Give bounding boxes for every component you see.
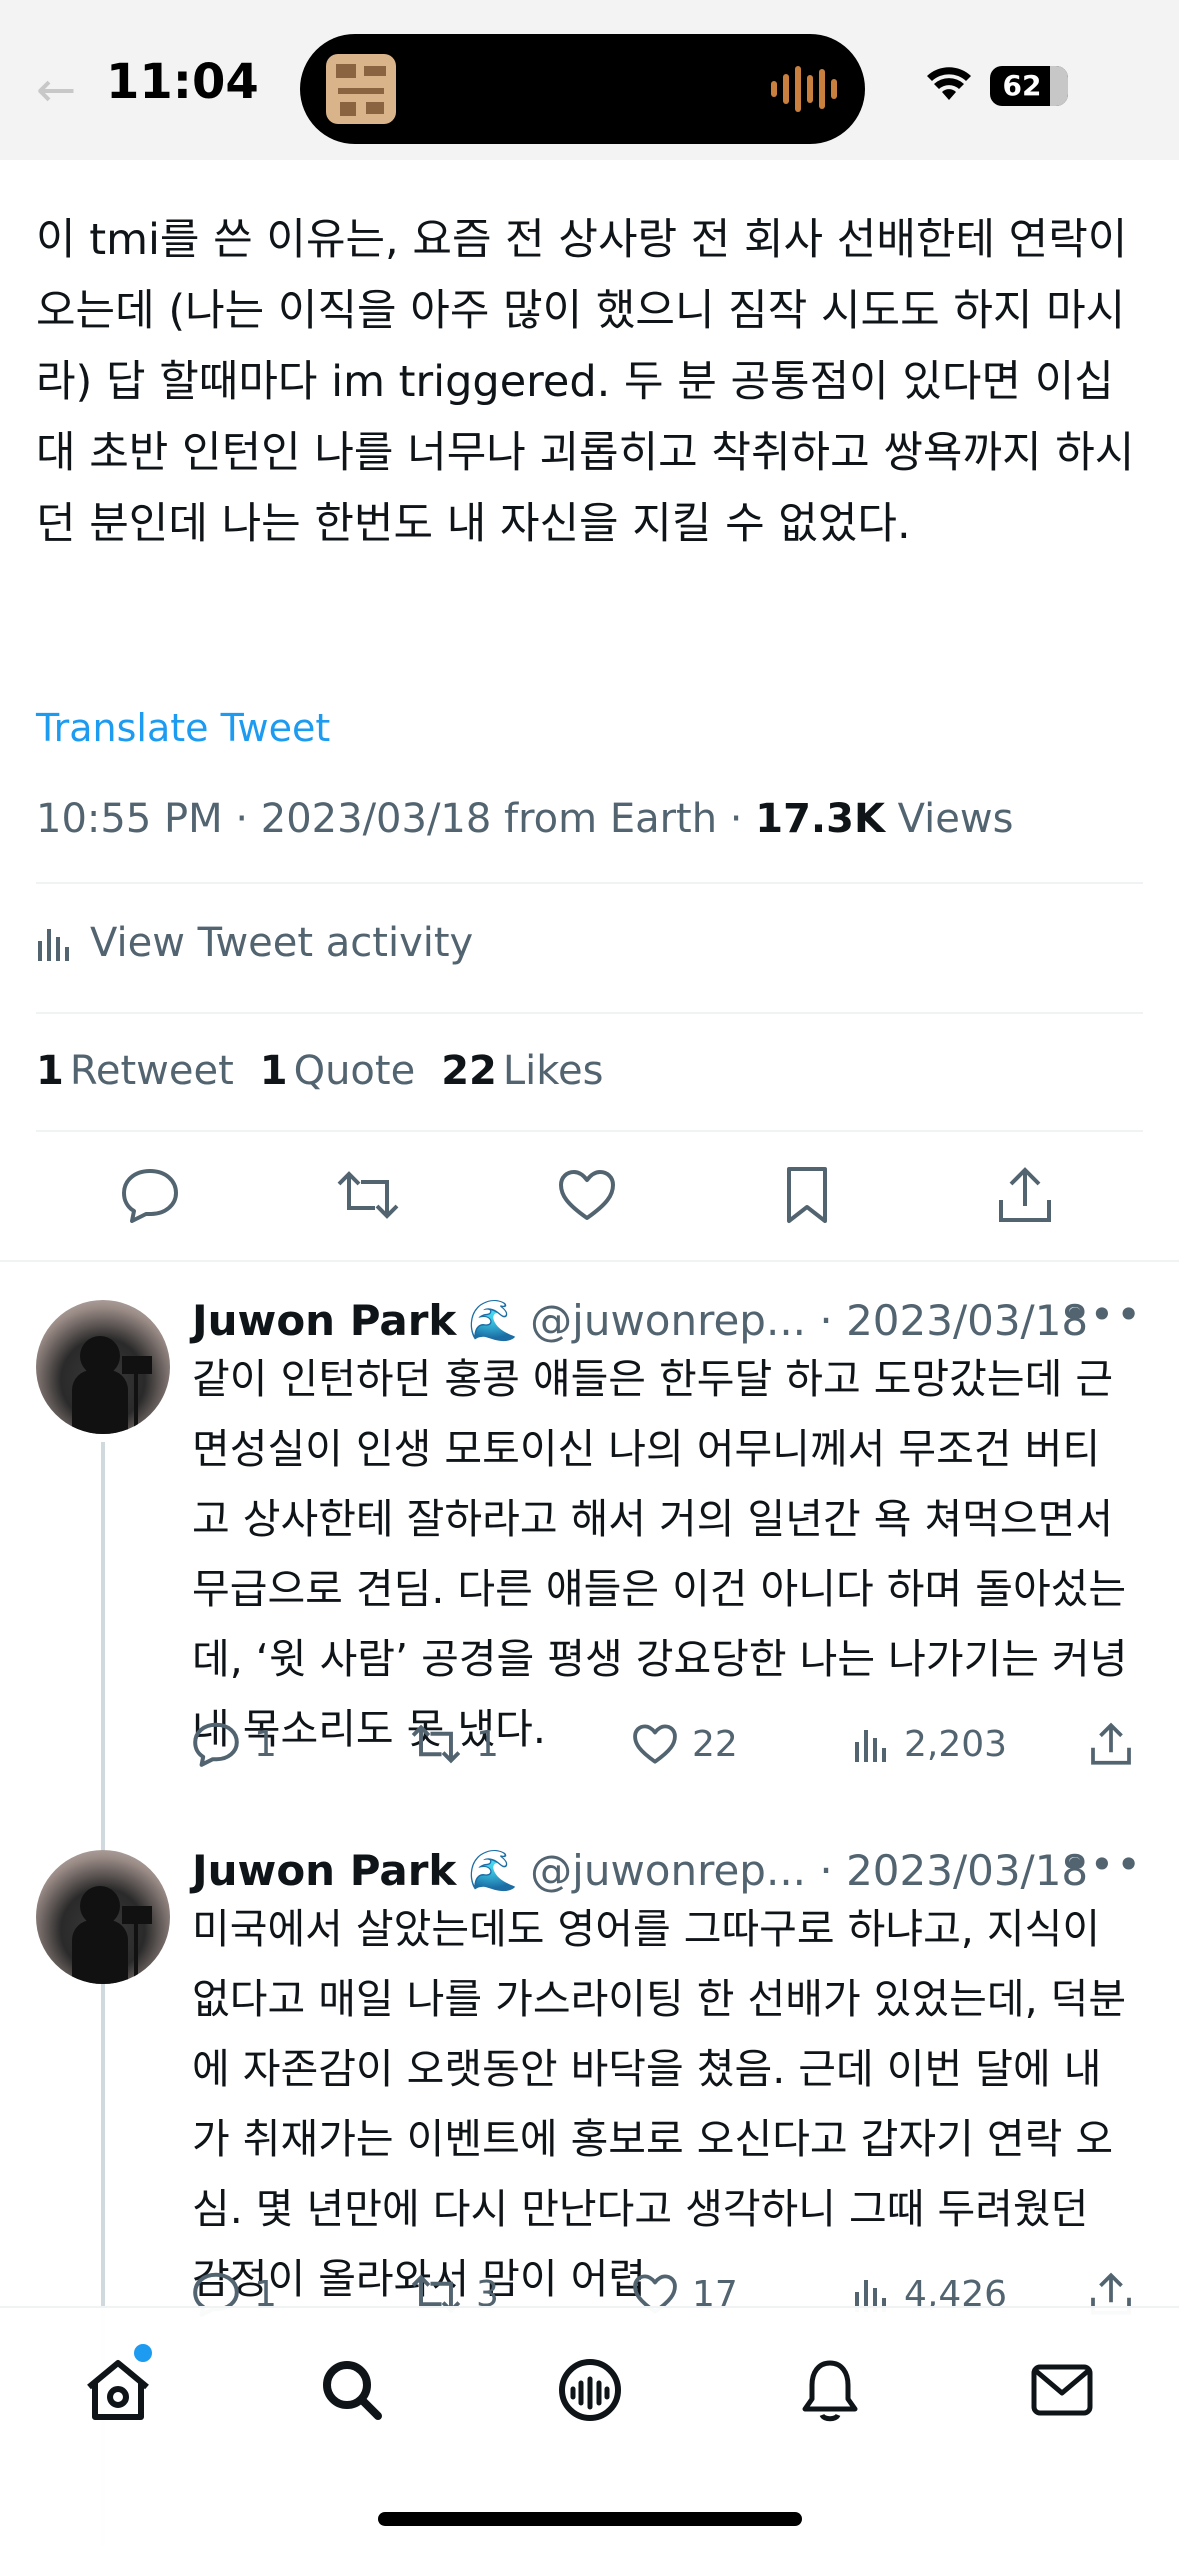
more-options-icon[interactable]: ••• bbox=[1063, 1290, 1143, 1339]
back-arrow-icon[interactable]: ← bbox=[36, 66, 86, 114]
share-button[interactable] bbox=[1090, 1714, 1132, 1774]
dynamic-island[interactable] bbox=[300, 34, 865, 144]
divider bbox=[0, 1260, 1179, 1262]
battery-level: 62 bbox=[1002, 69, 1042, 102]
reply-button[interactable]: 1 bbox=[192, 1714, 277, 1774]
reply-header: Juwon Park 🌊 @juwonrep... · 2023/03/18 bbox=[192, 1290, 1088, 1350]
author-name[interactable]: Juwon Park bbox=[192, 1846, 456, 1895]
like-button[interactable]: 22 bbox=[632, 1714, 738, 1774]
divider bbox=[36, 1012, 1143, 1014]
views-count: 2,203 bbox=[904, 1723, 1008, 1765]
battery-indicator: 62 bbox=[990, 66, 1068, 106]
home-indicator[interactable] bbox=[378, 2512, 802, 2526]
home-icon[interactable] bbox=[78, 2350, 158, 2430]
tweet-meta: 10:55 PM · 2023/03/18 from Earth · 17.3K… bbox=[36, 796, 1013, 842]
wave-emoji: 🌊 bbox=[468, 1297, 519, 1344]
like-icon[interactable] bbox=[552, 1160, 622, 1230]
avatar[interactable] bbox=[36, 1300, 170, 1434]
wifi-icon bbox=[927, 67, 971, 100]
translate-tweet-link[interactable]: Translate Tweet bbox=[36, 706, 330, 750]
share-icon bbox=[1091, 1722, 1131, 1765]
avatar[interactable] bbox=[36, 1850, 170, 1984]
reply-text: 같이 인턴하던 홍콩 얘들은 한두달 하고 도망갔는데 근면성실이 인생 모토이… bbox=[192, 1355, 1128, 1753]
retweet-icon bbox=[411, 1724, 461, 1764]
more-options-icon[interactable]: ••• bbox=[1063, 1840, 1143, 1889]
now-playing-artwork bbox=[326, 54, 396, 124]
retweet-button[interactable]: 1 bbox=[410, 1714, 499, 1774]
author-handle: @juwonrep... · 2023/03/18 bbox=[530, 1295, 1089, 1345]
like-icon bbox=[633, 1724, 677, 1764]
divider bbox=[36, 1130, 1143, 1132]
views-label: Views bbox=[897, 796, 1014, 842]
views-button[interactable]: 2,203 bbox=[852, 1714, 1007, 1774]
author-name[interactable]: Juwon Park bbox=[192, 1296, 456, 1345]
share-icon[interactable] bbox=[990, 1160, 1060, 1230]
reply-icon bbox=[193, 1722, 239, 1767]
author-handle: @juwonrep... · 2023/03/18 bbox=[530, 1845, 1089, 1895]
analytics-icon bbox=[38, 929, 69, 961]
notifications-icon[interactable] bbox=[790, 2350, 870, 2430]
status-time: 11:04 bbox=[106, 54, 259, 110]
retweet-icon[interactable] bbox=[333, 1160, 403, 1230]
likes-stat[interactable]: 22 Likes bbox=[441, 1048, 603, 1094]
bookmark-icon[interactable] bbox=[772, 1160, 842, 1230]
reply-icon[interactable] bbox=[115, 1160, 185, 1230]
audio-waveform-icon bbox=[771, 64, 837, 114]
retweets-stat[interactable]: 1 Retweet bbox=[36, 1048, 234, 1094]
tweet-timestamp: 10:55 PM · 2023/03/18 from Earth · bbox=[36, 796, 756, 842]
wave-emoji: 🌊 bbox=[468, 1847, 519, 1894]
notification-dot bbox=[134, 2344, 152, 2362]
quotes-stat[interactable]: 1 Quote bbox=[260, 1048, 415, 1094]
search-icon[interactable] bbox=[312, 2350, 392, 2430]
view-tweet-activity-button[interactable]: View Tweet activity bbox=[36, 920, 473, 966]
messages-icon[interactable] bbox=[1022, 2350, 1102, 2430]
views-count: 17.3K bbox=[755, 796, 885, 842]
analytics-icon bbox=[855, 1730, 886, 1762]
tweet-action-bar bbox=[0, 1160, 1179, 1240]
reply-text: 미국에서 살았는데도 영어를 그따구로 하냐고, 지식이 없다고 매일 나를 가… bbox=[192, 1905, 1127, 2303]
engagement-counts: 1 Retweet 1 Quote 22 Likes bbox=[36, 1048, 603, 1094]
divider bbox=[36, 882, 1143, 884]
retweet-count: 1 bbox=[476, 1723, 499, 1765]
tweet-text: 이 tmi를 쓴 이유는, 요즘 전 상사랑 전 회사 선배한테 연락이 오는데… bbox=[36, 215, 1135, 549]
reply-header: Juwon Park 🌊 @juwonrep... · 2023/03/18 bbox=[192, 1840, 1088, 1900]
reply-action-bar: 1 1 22 2,203 bbox=[192, 1714, 1142, 1774]
status-bar: ← 11:04 62 bbox=[0, 0, 1179, 160]
like-count: 22 bbox=[692, 1723, 738, 1765]
thread-line bbox=[101, 1992, 105, 2322]
activity-label: View Tweet activity bbox=[90, 920, 474, 966]
reply-count: 1 bbox=[254, 1723, 277, 1765]
spaces-icon[interactable] bbox=[550, 2350, 630, 2430]
